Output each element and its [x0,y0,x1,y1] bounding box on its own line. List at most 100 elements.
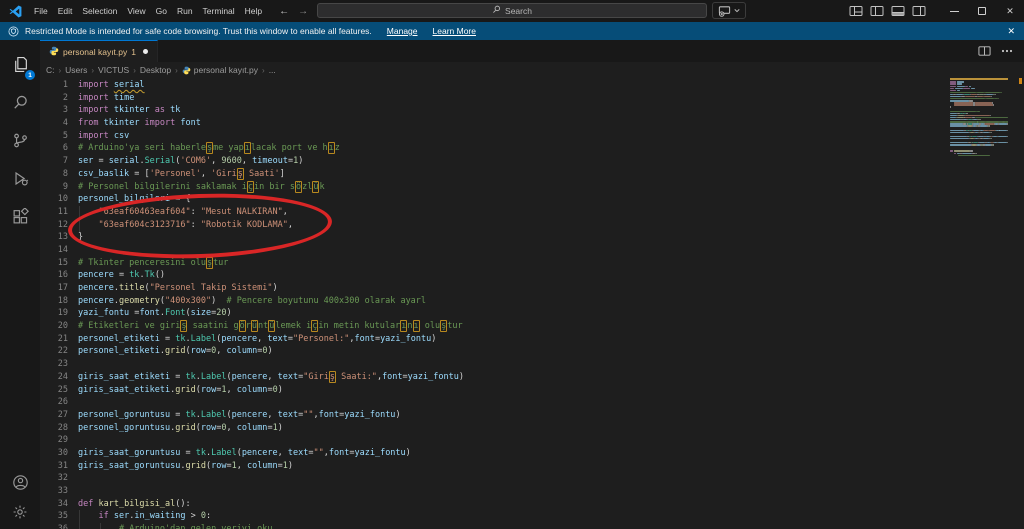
minimize-button[interactable] [940,0,968,22]
line-number: 13 [40,231,68,244]
code-line[interactable]: 28personel_goruntusu.grid(row=0, column=… [40,422,1024,435]
code-line[interactable]: 33 [40,485,1024,498]
menu-item-view[interactable]: View [122,6,150,16]
code-line[interactable]: 5import csv [40,130,1024,143]
code-line[interactable]: 25giris_saat_etiketi.grid(row=1, column=… [40,384,1024,397]
workspace-trust-icon [8,26,19,37]
account-button[interactable] [0,467,40,497]
toggle-panel-icon[interactable] [891,5,905,17]
manage-link[interactable]: Manage [387,26,418,36]
scrollbar[interactable] [1013,78,1024,529]
code-line[interactable]: 8csv_baslik = ['Personel', 'Giriş Saati'… [40,168,1024,181]
breadcrumb-separator: › [133,66,136,75]
code-line[interactable]: 21personel_etiketi = tk.Label(pencere, t… [40,333,1024,346]
chevron-down-icon [734,8,740,13]
code-line[interactable]: 15# Tkinter penceresini oluştur [40,257,1024,270]
overview-ruler-mark [1019,78,1022,84]
code-line[interactable]: 3import tkinter as tk [40,104,1024,117]
code-line[interactable]: 34def kart_bilgisi_al(): [40,498,1024,511]
tab-personal-kayit[interactable]: personal kayıt.py 1 [40,40,158,62]
toggle-primary-sidebar-icon[interactable] [870,5,884,17]
banner-message: Restricted Mode is intended for safe cod… [25,26,372,36]
code-line[interactable]: 20# Etiketleri ve giriş saatini görüntül… [40,320,1024,333]
activity-bar: 1 [0,40,40,529]
banner-close-icon[interactable]: ✕ [1007,26,1015,37]
code-line[interactable]: 2import time [40,92,1024,105]
sidebar-item-search[interactable] [0,83,40,121]
code-line[interactable]: 18pencere.geometry("400x300") # Pencere … [40,295,1024,308]
more-actions-icon[interactable] [1001,49,1013,53]
breadcrumb-separator: › [91,66,94,75]
code-line[interactable]: 36 # Arduino'dan gelen veriyi oku [40,523,1024,529]
code-line[interactable]: 22personel_etiketi.grid(row=0, column=0) [40,345,1024,358]
indent-guide [79,510,80,529]
customize-layout-icon[interactable] [849,5,863,17]
tab-badge: 1 [131,47,136,57]
code-line[interactable]: 27personel_goruntusu = tk.Label(pencere,… [40,409,1024,422]
sidebar-item-source-control[interactable] [0,121,40,159]
breadcrumb-item[interactable]: C: [46,65,55,75]
code-editor[interactable]: 1import serial2import time3import tkinte… [40,78,1024,529]
code-line[interactable]: 24giris_saat_etiketi = tk.Label(pencere,… [40,371,1024,384]
explorer-badge: 1 [25,70,35,80]
breadcrumb-item[interactable]: ... [269,65,276,75]
window-close-button[interactable]: ✕ [996,0,1024,22]
menu-item-terminal[interactable]: Terminal [198,6,240,16]
line-number: 24 [40,371,68,384]
search-input[interactable]: Search [317,3,707,18]
code-line[interactable]: 19yazi_fontu =font.Font(size=20) [40,307,1024,320]
vscode-window: FileEditSelectionViewGoRunTerminalHelp ←… [0,0,1024,529]
account-icon [12,474,29,491]
minimap[interactable] [950,78,1008,156]
code-line[interactable]: 4from tkinter import font [40,117,1024,130]
code-line[interactable]: 6# Arduino'ya seri haberleşme yapılacak … [40,142,1024,155]
search-placeholder: Search [505,6,532,16]
line-number: 28 [40,422,68,435]
toggle-secondary-sidebar-icon[interactable] [912,5,926,17]
code-line[interactable]: 7ser = serial.Serial('COM6', 9600, timeo… [40,155,1024,168]
code-line[interactable]: 29 [40,434,1024,447]
code-line[interactable]: 16pencere = tk.Tk() [40,269,1024,282]
sidebar-item-explorer[interactable]: 1 [0,45,40,83]
line-number: 27 [40,409,68,422]
menu-item-go[interactable]: Go [151,6,172,16]
sidebar-item-extensions[interactable] [0,197,40,235]
code-line[interactable]: 31giris_saat_goruntusu.grid(row=1, colum… [40,460,1024,473]
line-number: 1 [40,79,68,92]
code-line[interactable]: 1import serial [40,79,1024,92]
line-number: 16 [40,269,68,282]
breadcrumb-item[interactable]: Desktop [140,65,171,75]
maximize-button[interactable] [968,0,996,22]
code-line[interactable]: 17pencere.title("Personel Takip Sistemi"… [40,282,1024,295]
menu-item-help[interactable]: Help [240,6,267,16]
sidebar-item-run-debug[interactable] [0,159,40,197]
line-number: 33 [40,485,68,498]
vscode-logo-icon [9,5,22,18]
code-line[interactable]: 26 [40,396,1024,409]
modified-indicator [143,49,148,54]
remote-status-button[interactable] [712,2,746,19]
split-editor-icon[interactable] [978,45,991,57]
breadcrumb-item[interactable]: personal kayıt.py [182,65,258,75]
code-line[interactable]: 35 if ser.in_waiting > 0: [40,510,1024,523]
breadcrumb-item[interactable]: VICTUS [98,65,129,75]
breadcrumb-item[interactable]: Users [65,65,87,75]
back-arrow-icon[interactable]: ← [279,6,289,17]
menu-item-selection[interactable]: Selection [77,6,122,16]
forward-arrow-icon[interactable]: → [298,6,308,17]
python-file-icon [182,66,191,75]
line-number: 2 [40,92,68,105]
code-line[interactable]: 9# Personel bilgilerini saklamak için bi… [40,181,1024,194]
settings-button[interactable] [0,497,40,527]
line-number: 9 [40,181,68,194]
extensions-icon [12,208,29,225]
menu-item-file[interactable]: File [29,6,53,16]
line-number: 35 [40,510,68,523]
menu-item-run[interactable]: Run [172,6,198,16]
code-line[interactable]: 23 [40,358,1024,371]
code-line[interactable]: 30giris_saat_goruntusu = tk.Label(pencer… [40,447,1024,460]
menu-item-edit[interactable]: Edit [53,6,78,16]
learn-more-link[interactable]: Learn More [433,26,476,36]
line-number: 23 [40,358,68,371]
code-line[interactable]: 32 [40,472,1024,485]
